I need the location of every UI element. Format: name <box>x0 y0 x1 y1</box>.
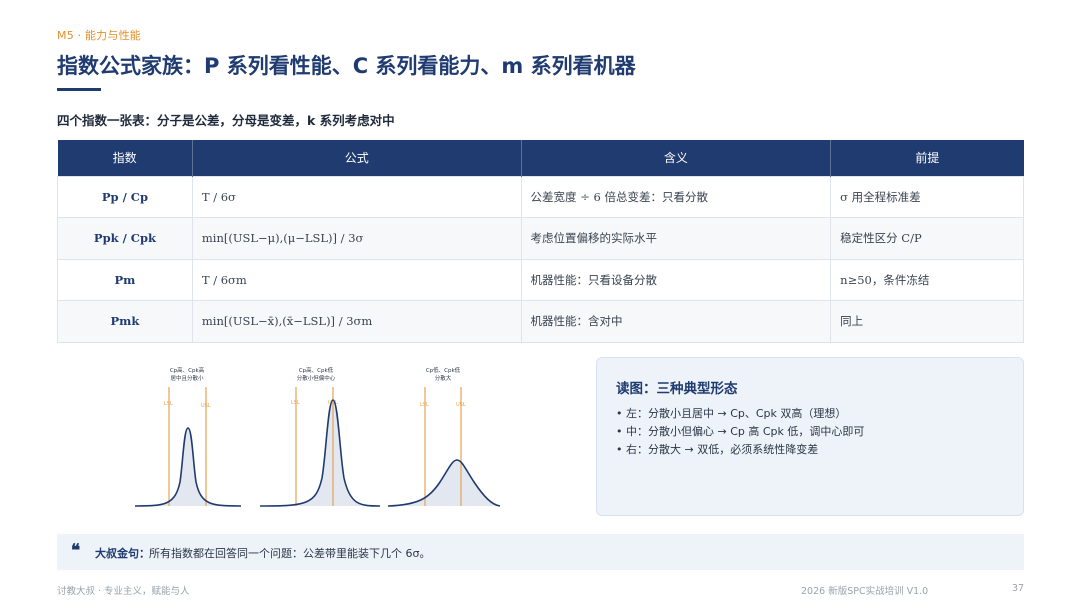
curve-label-line1: Cp高、Cpk低 <box>299 366 334 374</box>
lsl-label: LSL <box>420 402 429 408</box>
footer-course: 2026 新版SPC实战培训 V1.0 <box>801 586 929 597</box>
list-item: • 中：分散小但偏心 → Cp 高 Cpk 低，调中心即可 <box>616 423 864 441</box>
table-cell-formula: T / 6σ <box>191 175 522 218</box>
table-cell-formula: T / 6σm <box>191 258 522 301</box>
table-cell-formula: min[(USL−μ),(μ−LSL)] / 3σ <box>191 217 522 260</box>
reading-guide-title: 读图：三种典型形态 <box>616 381 738 397</box>
quote-bar: ❝ 大叔金句： 所有指数都在回答同一个问题：公差带里能装下几个 6σ。 <box>57 534 1024 570</box>
distribution-curves-figure: Cp高、Cpk高 居中且分散小 LSL USL Cp高、Cpk低 分散小但偏中心… <box>134 366 501 507</box>
table-cell-index: Ppk / Cpk <box>57 217 193 260</box>
table-cell-premise: σ 用全程标准差 <box>830 175 1024 218</box>
table-header-cell: 前提 <box>830 140 1024 176</box>
table-row: Pp / Cp T / 6σ 公差宽度 ÷ 6 倍总变差：只看分散 σ 用全程标… <box>57 175 1024 218</box>
usl-label: USL <box>201 403 211 409</box>
table-cell-premise: n≥50，条件冻结 <box>830 258 1024 301</box>
curve-fill <box>388 460 500 506</box>
lsl-label: LSL <box>291 400 300 406</box>
page-title: 指数公式家族：P 系列看性能、C 系列看能力、m 系列看机器 <box>57 54 636 78</box>
index-formula-table: 指数 公式 含义 前提 Pp / Cp T / 6σ 公差宽度 ÷ 6 倍总变差… <box>57 140 1024 343</box>
curve-label-line1: Cp高、Cpk高 <box>170 366 205 374</box>
curve-label-line2: 分散小但偏中心 <box>297 374 336 382</box>
table-cell-meaning: 机器性能：含对中 <box>520 300 832 343</box>
section-tag: M5 · 能力与性能 <box>57 29 141 42</box>
list-item-text: 右：分散大 → 双低，必须系统性降变差 <box>626 443 819 456</box>
quote-text: 所有指数都在回答同一个问题：公差带里能装下几个 6σ。 <box>149 547 431 560</box>
curve-label-line2: 居中且分散小 <box>170 374 204 382</box>
bullet-icon: • <box>616 425 623 438</box>
usl-label: USL <box>328 400 338 406</box>
curve-label-line2: 分散大 <box>435 374 452 382</box>
bullet-icon: • <box>616 407 623 420</box>
table-row: Pmk min[(USL−x̄),(x̄−LSL)] / 3σm 机器性能：含对… <box>57 300 1024 343</box>
page-subtitle: 四个指数一张表：分子是公差，分母是变差，k 系列考虑对中 <box>57 113 395 128</box>
list-item-text: 中：分散小但偏心 → Cp 高 Cpk 低，调中心即可 <box>626 425 865 438</box>
table-row: Pm T / 6σm 机器性能：只看设备分散 n≥50，条件冻结 <box>57 258 1024 301</box>
table-header-cell: 公式 <box>192 140 522 176</box>
bullet-icon: • <box>616 443 623 456</box>
table-cell-meaning: 公差宽度 ÷ 6 倍总变差：只看分散 <box>520 175 832 218</box>
table-cell-index: Pp / Cp <box>57 175 193 218</box>
list-item: • 左：分散小且居中 → Cp、Cpk 双高（理想） <box>616 405 864 423</box>
lsl-label: LSL <box>164 401 173 407</box>
curve-fill <box>135 428 241 506</box>
curve-panel-left: Cp高、Cpk高 居中且分散小 LSL USL <box>134 366 242 507</box>
table-cell-index: Pm <box>57 258 193 301</box>
reading-guide-card: 读图：三种典型形态 • 左：分散小且居中 → Cp、Cpk 双高（理想） • 中：分… <box>596 357 1024 516</box>
quote-icon: ❝ <box>71 541 81 561</box>
page-number: 37 <box>1012 583 1025 594</box>
curve-fill <box>260 400 380 506</box>
title-underline <box>57 88 101 91</box>
table-cell-premise: 稳定性区分 C/P <box>830 217 1024 260</box>
list-item-text: 左：分散小且居中 → Cp、Cpk 双高（理想） <box>626 407 847 420</box>
list-item: • 右：分散大 → 双低，必须系统性降变差 <box>616 441 864 459</box>
curve-panel-middle: Cp高、Cpk低 分散小但偏中心 LSL USL <box>259 366 381 507</box>
table-cell-meaning: 考虑位置偏移的实际水平 <box>520 217 832 260</box>
curve-panel-right: Cp低、Cpk低 分散大 LSL USL <box>387 366 501 507</box>
table-cell-formula: min[(USL−x̄),(x̄−LSL)] / 3σm <box>191 300 522 343</box>
table-cell-meaning: 机器性能：只看设备分散 <box>520 258 832 301</box>
table-cell-premise: 同上 <box>830 300 1024 343</box>
table-header-cell: 含义 <box>521 140 832 176</box>
footer-brand: 讨教大叔 · 专业主义，赋能与人 <box>57 586 190 597</box>
quote-label: 大叔金句： <box>95 547 150 560</box>
curve-label-line1: Cp低、Cpk低 <box>426 366 461 374</box>
table-header-row: 指数 公式 含义 前提 <box>57 140 1024 176</box>
table-header-cell: 指数 <box>57 140 193 176</box>
reading-guide-list: • 左：分散小且居中 → Cp、Cpk 双高（理想） • 中：分散小但偏心 → Cp… <box>616 405 864 459</box>
table-row: Ppk / Cpk min[(USL−μ),(μ−LSL)] / 3σ 考虑位置… <box>57 217 1024 260</box>
table-cell-index: Pmk <box>57 300 193 343</box>
usl-label: USL <box>456 402 466 408</box>
